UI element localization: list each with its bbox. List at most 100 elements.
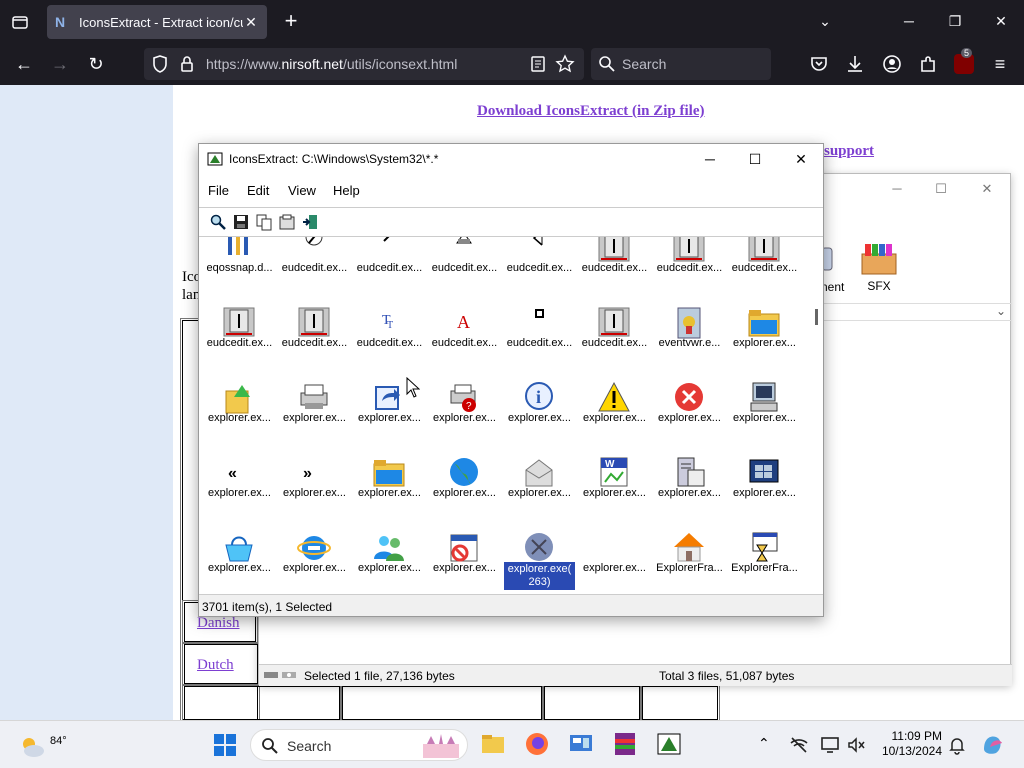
menu-file[interactable]: File bbox=[208, 183, 229, 198]
icon-item[interactable]: explorer.ex... bbox=[727, 381, 802, 456]
control-panel-icon[interactable] bbox=[568, 731, 594, 757]
restore-icon[interactable]: ❐ bbox=[944, 10, 966, 32]
lock-icon[interactable] bbox=[177, 54, 197, 74]
ublock-origin-icon[interactable]: 5 bbox=[954, 48, 974, 74]
scrollbar-thumb[interactable] bbox=[815, 309, 818, 325]
vertical-scrollbar[interactable] bbox=[812, 237, 823, 592]
back-button[interactable]: ← bbox=[12, 52, 36, 76]
tab-iconsextract[interactable]: N IconsExtract - Extract icon/curs ✕ bbox=[47, 5, 267, 39]
save-icon[interactable] bbox=[232, 213, 250, 231]
download-zip-link[interactable]: Download IconsExtract (in Zip file) bbox=[477, 103, 705, 120]
icon-item[interactable]: eudcedit.ex... bbox=[502, 237, 577, 306]
language-link-dutch[interactable]: Dutch bbox=[197, 657, 234, 674]
iw-minimize-icon[interactable]: ─ bbox=[700, 150, 720, 168]
menu-view[interactable]: View bbox=[288, 183, 316, 198]
pocket-icon[interactable] bbox=[809, 54, 829, 74]
iw-close-icon[interactable]: ✕ bbox=[791, 150, 811, 168]
iconsextract-titlebar[interactable]: IconsExtract: C:\Windows\System32\*.* ─ … bbox=[199, 144, 823, 174]
properties-icon[interactable] bbox=[278, 213, 296, 231]
icon-grid[interactable]: eqossnap.d... eudcedit.ex... eudcedit.ex..… bbox=[199, 237, 813, 592]
url-bar[interactable]: https://www.nirsoft.net/utils/iconsext.h… bbox=[144, 48, 584, 80]
copy-icon[interactable] bbox=[255, 213, 273, 231]
tray-overflow-chevron-icon[interactable]: ⌃ bbox=[758, 735, 770, 752]
icon-item[interactable]: eudcedit.ex... bbox=[352, 237, 427, 306]
forward-button[interactable]: → bbox=[48, 52, 72, 76]
minimize-icon[interactable]: ─ bbox=[898, 10, 920, 32]
bg-maximize-icon[interactable]: ☐ bbox=[933, 181, 949, 196]
volume-muted-icon[interactable] bbox=[846, 735, 866, 755]
icon-item[interactable]: explorer.ex... bbox=[727, 306, 802, 381]
reader-view-icon[interactable] bbox=[528, 54, 548, 74]
search-bar[interactable]: Search bbox=[591, 48, 771, 80]
icon-item[interactable]: explorer.ex... bbox=[577, 381, 652, 456]
iconsextract-taskbar-icon[interactable] bbox=[656, 731, 682, 757]
icon-item[interactable]: explorer.ex... bbox=[277, 381, 352, 456]
icon-item-selected[interactable]: explorer.exe( 263) bbox=[502, 531, 577, 592]
bg-dropdown-chevron-icon[interactable]: ⌄ bbox=[996, 304, 1006, 318]
icon-item[interactable]: eqossnap.d... bbox=[202, 237, 277, 306]
taskbar-clock[interactable]: 11:09 PM 10/13/2024 bbox=[874, 729, 942, 759]
icon-item[interactable]: eventvwr.e... bbox=[652, 306, 727, 381]
icon-item[interactable]: explorer.ex... bbox=[652, 381, 727, 456]
bg-minimize-icon[interactable]: ─ bbox=[889, 181, 905, 196]
reload-button[interactable]: ↻ bbox=[84, 52, 108, 76]
icon-item[interactable]: eudcedit.ex... bbox=[727, 237, 802, 306]
exit-icon[interactable] bbox=[301, 213, 319, 231]
close-window-icon[interactable]: ✕ bbox=[990, 10, 1012, 32]
taskbar-search[interactable]: Search bbox=[250, 729, 468, 761]
icon-item[interactable]: Aeudcedit.ex... bbox=[427, 306, 502, 381]
icon-item[interactable]: explorer.ex... bbox=[727, 456, 802, 531]
winrar-icon[interactable] bbox=[612, 731, 638, 757]
icon-item[interactable]: explorer.ex... bbox=[352, 456, 427, 531]
file-explorer-icon[interactable] bbox=[480, 731, 506, 757]
icon-item[interactable]: eudcedit.ex... bbox=[202, 306, 277, 381]
weather-widget[interactable]: 84° bbox=[18, 729, 78, 761]
icon-item[interactable]: eudcedit.ex... bbox=[277, 306, 352, 381]
menu-edit[interactable]: Edit bbox=[247, 183, 269, 198]
icon-item[interactable]: T T eudcedit.ex... bbox=[352, 306, 427, 381]
app-menu-hamburger-icon[interactable]: ≡ bbox=[988, 52, 1012, 76]
new-tab-button[interactable]: + bbox=[280, 10, 302, 32]
account-icon[interactable] bbox=[882, 54, 902, 74]
icon-item[interactable]: explorer.ex... bbox=[502, 456, 577, 531]
network-off-icon[interactable] bbox=[789, 735, 809, 755]
bookmark-star-icon[interactable] bbox=[555, 54, 575, 74]
icon-item[interactable]: » explorer.ex... bbox=[277, 456, 352, 531]
icon-item[interactable]: explorer.ex... bbox=[277, 531, 352, 592]
icon-item[interactable]: eudcedit.ex... bbox=[502, 306, 577, 381]
icon-item[interactable]: explorer.ex... bbox=[427, 531, 502, 592]
icon-item[interactable]: eudcedit.ex... bbox=[427, 237, 502, 306]
list-all-tabs-chevron-icon[interactable]: ⌄ bbox=[814, 10, 836, 32]
icon-item[interactable]: explorer.ex... bbox=[427, 456, 502, 531]
icon-item[interactable]: i explorer.ex... bbox=[502, 381, 577, 456]
shield-icon[interactable] bbox=[150, 54, 170, 74]
firefox-icon[interactable] bbox=[524, 731, 550, 757]
icon-item[interactable]: explorer.ex... bbox=[202, 531, 277, 592]
language-link-danish[interactable]: Danish bbox=[197, 615, 240, 632]
display-icon[interactable] bbox=[820, 735, 840, 755]
menu-help[interactable]: Help bbox=[333, 183, 360, 198]
extensions-puzzle-icon[interactable] bbox=[918, 54, 938, 74]
iconsextract-window[interactable]: IconsExtract: C:\Windows\System32\*.* ─ … bbox=[198, 143, 824, 617]
sfx-icon[interactable]: SFX bbox=[859, 242, 899, 293]
icon-item[interactable]: ExplorerFra... bbox=[652, 531, 727, 592]
icon-item[interactable]: explorer.ex... bbox=[652, 456, 727, 531]
icon-item[interactable]: ? explorer.ex... bbox=[427, 381, 502, 456]
tab-close-icon[interactable]: ✕ bbox=[243, 14, 259, 31]
icon-item[interactable]: Wexplorer.ex... bbox=[577, 456, 652, 531]
icon-item[interactable]: explorer.ex... bbox=[202, 381, 277, 456]
icon-item[interactable]: « explorer.ex... bbox=[202, 456, 277, 531]
icon-item[interactable]: eudcedit.ex... bbox=[577, 306, 652, 381]
icon-item[interactable]: explorer.ex... bbox=[352, 531, 427, 592]
support-link[interactable]: support bbox=[824, 143, 874, 160]
find-icon[interactable] bbox=[209, 213, 227, 231]
notification-bell-icon[interactable] bbox=[947, 735, 967, 755]
downloads-icon[interactable] bbox=[845, 54, 865, 74]
bg-close-icon[interactable]: ✕ bbox=[979, 181, 995, 196]
tab-list-button[interactable] bbox=[8, 10, 32, 34]
copilot-icon[interactable] bbox=[980, 731, 1006, 757]
iw-maximize-icon[interactable]: ☐ bbox=[745, 150, 765, 168]
icon-item[interactable]: ExplorerFra... bbox=[727, 531, 802, 592]
windows-start-icon[interactable] bbox=[213, 733, 237, 757]
icon-item[interactable]: eudcedit.ex... bbox=[652, 237, 727, 306]
